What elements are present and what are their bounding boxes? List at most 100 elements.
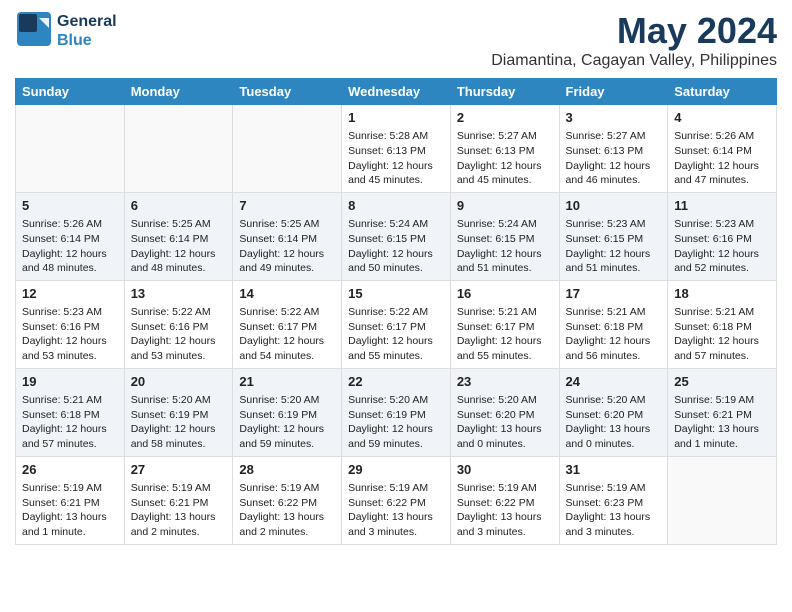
day-info: Sunrise: 5:20 AM Sunset: 6:20 PM Dayligh… <box>457 393 553 452</box>
day-info: Sunrise: 5:23 AM Sunset: 6:16 PM Dayligh… <box>674 217 770 276</box>
header-tuesday: Tuesday <box>233 79 342 105</box>
day-number: 26 <box>22 461 118 479</box>
day-number: 11 <box>674 197 770 215</box>
day-info: Sunrise: 5:22 AM Sunset: 6:17 PM Dayligh… <box>239 305 335 364</box>
day-number: 10 <box>566 197 662 215</box>
day-info: Sunrise: 5:20 AM Sunset: 6:20 PM Dayligh… <box>566 393 662 452</box>
header-friday: Friday <box>559 79 668 105</box>
logo-line2: Blue <box>57 32 117 50</box>
calendar-cell: 10 Sunrise: 5:23 AM Sunset: 6:15 PM Dayli… <box>559 192 668 280</box>
week-row-1: 1 Sunrise: 5:28 AM Sunset: 6:13 PM Daylig… <box>16 105 777 193</box>
calendar-cell: 31 Sunrise: 5:19 AM Sunset: 6:23 PM Dayli… <box>559 456 668 544</box>
day-number: 2 <box>457 109 553 127</box>
calendar-cell <box>668 456 777 544</box>
calendar-cell: 24 Sunrise: 5:20 AM Sunset: 6:20 PM Dayli… <box>559 368 668 456</box>
day-number: 29 <box>348 461 444 479</box>
calendar-cell <box>16 105 125 193</box>
week-row-2: 5 Sunrise: 5:26 AM Sunset: 6:14 PM Daylig… <box>16 192 777 280</box>
calendar-cell: 11 Sunrise: 5:23 AM Sunset: 6:16 PM Dayli… <box>668 192 777 280</box>
day-number: 1 <box>348 109 444 127</box>
day-info: Sunrise: 5:20 AM Sunset: 6:19 PM Dayligh… <box>239 393 335 452</box>
day-info: Sunrise: 5:19 AM Sunset: 6:22 PM Dayligh… <box>457 481 553 540</box>
calendar-cell: 21Sunrise: 5:20 AM Sunset: 6:19 PM Dayli… <box>233 368 342 456</box>
day-info: Sunrise: 5:21 AM Sunset: 6:17 PM Dayligh… <box>457 305 553 364</box>
main-title: May 2024 <box>491 10 777 52</box>
day-number: 18 <box>674 285 770 303</box>
day-info: Sunrise: 5:21 AM Sunset: 6:18 PM Dayligh… <box>22 393 118 452</box>
day-number: 31 <box>566 461 662 479</box>
header-row: SundayMondayTuesdayWednesdayThursdayFrid… <box>16 79 777 105</box>
calendar-cell: 13Sunrise: 5:22 AM Sunset: 6:16 PM Dayli… <box>124 280 233 368</box>
day-number: 24 <box>566 373 662 391</box>
day-info: Sunrise: 5:25 AM Sunset: 6:14 PM Dayligh… <box>131 217 227 276</box>
day-info: Sunrise: 5:19 AM Sunset: 6:21 PM Dayligh… <box>131 481 227 540</box>
day-number: 28 <box>239 461 335 479</box>
day-info: Sunrise: 5:21 AM Sunset: 6:18 PM Dayligh… <box>674 305 770 364</box>
logo-icon <box>15 10 53 48</box>
calendar-cell: 22 Sunrise: 5:20 AM Sunset: 6:19 PM Dayli… <box>342 368 451 456</box>
week-row-3: 12Sunrise: 5:23 AM Sunset: 6:16 PM Dayli… <box>16 280 777 368</box>
header-wednesday: Wednesday <box>342 79 451 105</box>
week-row-4: 19 Sunrise: 5:21 AM Sunset: 6:18 PM Dayli… <box>16 368 777 456</box>
day-number: 9 <box>457 197 553 215</box>
header-monday: Monday <box>124 79 233 105</box>
day-info: Sunrise: 5:28 AM Sunset: 6:13 PM Dayligh… <box>348 129 444 188</box>
day-info: Sunrise: 5:19 AM Sunset: 6:23 PM Dayligh… <box>566 481 662 540</box>
calendar-cell: 30 Sunrise: 5:19 AM Sunset: 6:22 PM Dayli… <box>450 456 559 544</box>
day-number: 13 <box>131 285 227 303</box>
calendar-cell: 17Sunrise: 5:21 AM Sunset: 6:18 PM Dayli… <box>559 280 668 368</box>
page: General Blue May 2024 Diamantina, Cagaya… <box>0 0 792 555</box>
day-info: Sunrise: 5:26 AM Sunset: 6:14 PM Dayligh… <box>674 129 770 188</box>
calendar-cell <box>233 105 342 193</box>
day-number: 8 <box>348 197 444 215</box>
calendar-cell: 28 Sunrise: 5:19 AM Sunset: 6:22 PM Dayli… <box>233 456 342 544</box>
calendar-cell: 9Sunrise: 5:24 AM Sunset: 6:15 PM Daylig… <box>450 192 559 280</box>
day-number: 30 <box>457 461 553 479</box>
day-info: Sunrise: 5:19 AM Sunset: 6:21 PM Dayligh… <box>674 393 770 452</box>
calendar-cell: 3Sunrise: 5:27 AM Sunset: 6:13 PM Daylig… <box>559 105 668 193</box>
calendar-cell: 14 Sunrise: 5:22 AM Sunset: 6:17 PM Dayli… <box>233 280 342 368</box>
day-info: Sunrise: 5:24 AM Sunset: 6:15 PM Dayligh… <box>348 217 444 276</box>
day-number: 20 <box>131 373 227 391</box>
day-number: 17 <box>566 285 662 303</box>
day-number: 6 <box>131 197 227 215</box>
header: General Blue May 2024 Diamantina, Cagaya… <box>15 10 777 70</box>
day-info: Sunrise: 5:23 AM Sunset: 6:16 PM Dayligh… <box>22 305 118 364</box>
header-thursday: Thursday <box>450 79 559 105</box>
title-block: May 2024 Diamantina, Cagayan Valley, Phi… <box>491 10 777 70</box>
day-info: Sunrise: 5:23 AM Sunset: 6:15 PM Dayligh… <box>566 217 662 276</box>
day-number: 4 <box>674 109 770 127</box>
calendar-cell: 5 Sunrise: 5:26 AM Sunset: 6:14 PM Daylig… <box>16 192 125 280</box>
day-info: Sunrise: 5:19 AM Sunset: 6:21 PM Dayligh… <box>22 481 118 540</box>
calendar-cell: 18 Sunrise: 5:21 AM Sunset: 6:18 PM Dayli… <box>668 280 777 368</box>
day-info: Sunrise: 5:20 AM Sunset: 6:19 PM Dayligh… <box>348 393 444 452</box>
calendar-cell: 2 Sunrise: 5:27 AM Sunset: 6:13 PM Daylig… <box>450 105 559 193</box>
day-number: 19 <box>22 373 118 391</box>
logo-line1: General <box>57 13 117 31</box>
day-number: 16 <box>457 285 553 303</box>
calendar-cell: 19 Sunrise: 5:21 AM Sunset: 6:18 PM Dayli… <box>16 368 125 456</box>
header-sunday: Sunday <box>16 79 125 105</box>
calendar-cell: 25 Sunrise: 5:19 AM Sunset: 6:21 PM Dayli… <box>668 368 777 456</box>
day-info: Sunrise: 5:26 AM Sunset: 6:14 PM Dayligh… <box>22 217 118 276</box>
day-number: 14 <box>239 285 335 303</box>
calendar-cell: 4 Sunrise: 5:26 AM Sunset: 6:14 PM Daylig… <box>668 105 777 193</box>
day-number: 15 <box>348 285 444 303</box>
day-number: 22 <box>348 373 444 391</box>
calendar-cell: 12Sunrise: 5:23 AM Sunset: 6:16 PM Dayli… <box>16 280 125 368</box>
day-info: Sunrise: 5:19 AM Sunset: 6:22 PM Dayligh… <box>239 481 335 540</box>
day-info: Sunrise: 5:27 AM Sunset: 6:13 PM Dayligh… <box>457 129 553 188</box>
calendar-cell: 16 Sunrise: 5:21 AM Sunset: 6:17 PM Dayli… <box>450 280 559 368</box>
day-info: Sunrise: 5:22 AM Sunset: 6:17 PM Dayligh… <box>348 305 444 364</box>
calendar-cell: 20Sunrise: 5:20 AM Sunset: 6:19 PM Dayli… <box>124 368 233 456</box>
calendar-cell: 1 Sunrise: 5:28 AM Sunset: 6:13 PM Daylig… <box>342 105 451 193</box>
logo: General Blue <box>15 10 117 53</box>
day-number: 25 <box>674 373 770 391</box>
calendar-cell: 26 Sunrise: 5:19 AM Sunset: 6:21 PM Dayli… <box>16 456 125 544</box>
calendar-cell <box>124 105 233 193</box>
day-info: Sunrise: 5:25 AM Sunset: 6:14 PM Dayligh… <box>239 217 335 276</box>
day-info: Sunrise: 5:19 AM Sunset: 6:22 PM Dayligh… <box>348 481 444 540</box>
day-number: 5 <box>22 197 118 215</box>
subtitle: Diamantina, Cagayan Valley, Philippines <box>491 52 777 70</box>
calendar-cell: 6 Sunrise: 5:25 AM Sunset: 6:14 PM Daylig… <box>124 192 233 280</box>
